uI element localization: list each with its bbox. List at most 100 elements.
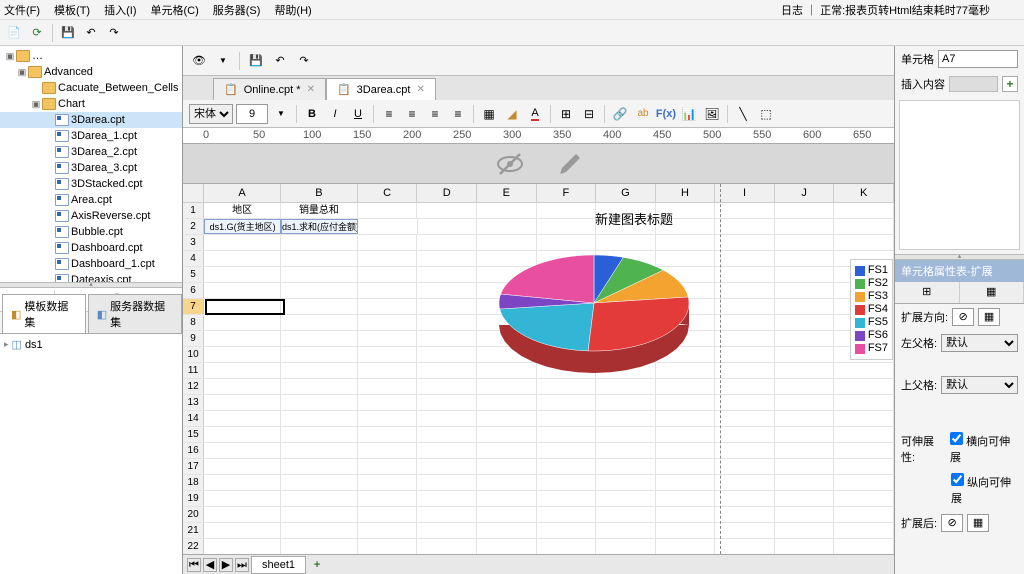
col-header[interactable]: D: [417, 184, 477, 202]
cell[interactable]: [204, 523, 281, 538]
cell[interactable]: [477, 491, 537, 506]
cell[interactable]: [281, 347, 358, 362]
cell[interactable]: [477, 411, 537, 426]
cell[interactable]: [204, 267, 281, 282]
dataset-list[interactable]: ▸◫ds1: [0, 334, 182, 574]
cell[interactable]: [834, 523, 894, 538]
fill-color-icon[interactable]: ◢: [502, 104, 522, 124]
cell[interactable]: [656, 427, 716, 442]
font-color-icon[interactable]: A: [525, 104, 545, 124]
cell[interactable]: [715, 539, 775, 554]
cell[interactable]: [281, 299, 358, 314]
left-parent-select[interactable]: 默认: [941, 334, 1018, 352]
col-header[interactable]: H: [656, 184, 716, 202]
cell[interactable]: [656, 443, 716, 458]
tree-item[interactable]: AxisReverse.cpt: [71, 208, 150, 224]
align-justify-icon[interactable]: ≡: [448, 104, 468, 124]
cell[interactable]: [477, 539, 537, 554]
cell[interactable]: [834, 427, 894, 442]
col-header[interactable]: I: [715, 184, 775, 202]
nav-prev-icon[interactable]: ◀: [203, 558, 217, 572]
menu-cell[interactable]: 单元格(C): [150, 2, 198, 18]
nav-last-icon[interactable]: ⏭: [235, 558, 249, 572]
cell[interactable]: [281, 235, 358, 250]
cell[interactable]: [204, 427, 281, 442]
cell[interactable]: [281, 315, 358, 330]
row-header[interactable]: 11: [183, 363, 204, 378]
row-header[interactable]: 7: [183, 299, 204, 314]
cell[interactable]: [281, 475, 358, 490]
cell[interactable]: [358, 443, 418, 458]
cell[interactable]: [537, 459, 597, 474]
cell[interactable]: [537, 539, 597, 554]
save-icon[interactable]: 💾: [58, 23, 78, 43]
row-header[interactable]: 20: [183, 507, 204, 522]
row-header[interactable]: 1: [183, 203, 204, 218]
cell-ref-input[interactable]: [938, 50, 1018, 68]
col-header[interactable]: F: [537, 184, 597, 202]
slash-icon[interactable]: ╲: [733, 104, 753, 124]
formula-icon[interactable]: F(x): [656, 104, 676, 124]
cell[interactable]: [537, 491, 597, 506]
col-header[interactable]: E: [477, 184, 537, 202]
cell[interactable]: [656, 507, 716, 522]
tree-item[interactable]: 3Darea_3.cpt: [71, 160, 137, 176]
cell[interactable]: [715, 459, 775, 474]
underline-icon[interactable]: U: [348, 104, 368, 124]
cell[interactable]: [358, 411, 418, 426]
cell[interactable]: [417, 491, 477, 506]
cell[interactable]: [417, 459, 477, 474]
cell[interactable]: [834, 475, 894, 490]
nav-next-icon[interactable]: ▶: [219, 558, 233, 572]
cell[interactable]: [834, 411, 894, 426]
cell[interactable]: [656, 411, 716, 426]
close-icon[interactable]: ✕: [416, 84, 424, 95]
menu-help[interactable]: 帮助(H): [274, 2, 311, 18]
new-file-icon[interactable]: 📄: [4, 23, 24, 43]
cell[interactable]: [204, 507, 281, 522]
cell[interactable]: [656, 539, 716, 554]
cell[interactable]: [775, 523, 835, 538]
menu-insert[interactable]: 插入(I): [104, 2, 136, 18]
ds-item[interactable]: ds1: [25, 339, 43, 351]
cell[interactable]: [596, 411, 656, 426]
cell[interactable]: [281, 379, 358, 394]
col-header[interactable]: C: [358, 184, 418, 202]
cell[interactable]: [417, 539, 477, 554]
cell[interactable]: 销量总和: [281, 203, 358, 218]
cell[interactable]: [417, 427, 477, 442]
cell[interactable]: [417, 411, 477, 426]
cell[interactable]: [537, 523, 597, 538]
tree-folder-chart[interactable]: Chart: [58, 96, 85, 112]
select-all-corner[interactable]: [183, 184, 204, 202]
cell[interactable]: [417, 475, 477, 490]
after-none-icon[interactable]: ⊘: [941, 514, 963, 532]
prop-tab[interactable]: ⊞: [895, 282, 960, 303]
cell[interactable]: [477, 523, 537, 538]
refresh-icon[interactable]: ⟳: [27, 23, 47, 43]
cell[interactable]: [358, 427, 418, 442]
cell[interactable]: [281, 491, 358, 506]
tree-item[interactable]: 3Darea_1.cpt: [71, 128, 137, 144]
eye-off-icon[interactable]: [494, 152, 526, 176]
row-header[interactable]: 18: [183, 475, 204, 490]
cell[interactable]: [281, 283, 358, 298]
cell[interactable]: [204, 475, 281, 490]
row-header[interactable]: 21: [183, 523, 204, 538]
cell[interactable]: [537, 427, 597, 442]
cell[interactable]: [715, 491, 775, 506]
tree-folder-advanced[interactable]: Advanced: [44, 64, 93, 80]
cell[interactable]: [596, 459, 656, 474]
col-header[interactable]: A: [204, 184, 281, 202]
cell[interactable]: [358, 475, 418, 490]
cell[interactable]: [656, 459, 716, 474]
row-header[interactable]: 17: [183, 459, 204, 474]
cell[interactable]: [204, 491, 281, 506]
cell[interactable]: [204, 379, 281, 394]
cell[interactable]: [204, 395, 281, 410]
row-header[interactable]: 13: [183, 395, 204, 410]
row-header[interactable]: 6: [183, 283, 204, 298]
col-header[interactable]: B: [281, 184, 358, 202]
cell[interactable]: [204, 347, 281, 362]
cell[interactable]: [477, 459, 537, 474]
